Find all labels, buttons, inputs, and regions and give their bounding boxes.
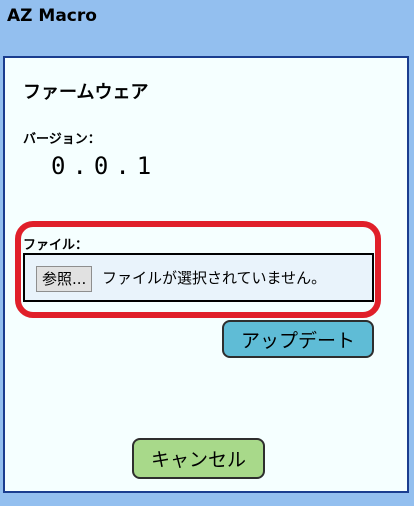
update-button[interactable]: アップデート <box>222 320 374 358</box>
file-input[interactable]: 参照... ファイルが選択されていません。 <box>23 253 374 302</box>
firmware-title: ファームウェア <box>23 82 149 103</box>
firmware-panel: ファームウェア バージョン： 0.0.1 ファイル： 参照... ファイルが選択… <box>3 56 409 493</box>
app-window: { "app": { "title": "AZ Macro" }, "firmw… <box>0 0 414 506</box>
browse-button[interactable]: 参照... <box>36 266 93 292</box>
file-label: ファイル： <box>23 238 89 253</box>
file-status-text: ファイルが選択されていません。 <box>102 269 327 287</box>
version-value: 0.0.1 <box>51 152 159 180</box>
cancel-button[interactable]: キャンセル <box>132 438 265 479</box>
app-title: AZ Macro <box>7 6 97 26</box>
version-label: バージョン： <box>23 132 101 147</box>
